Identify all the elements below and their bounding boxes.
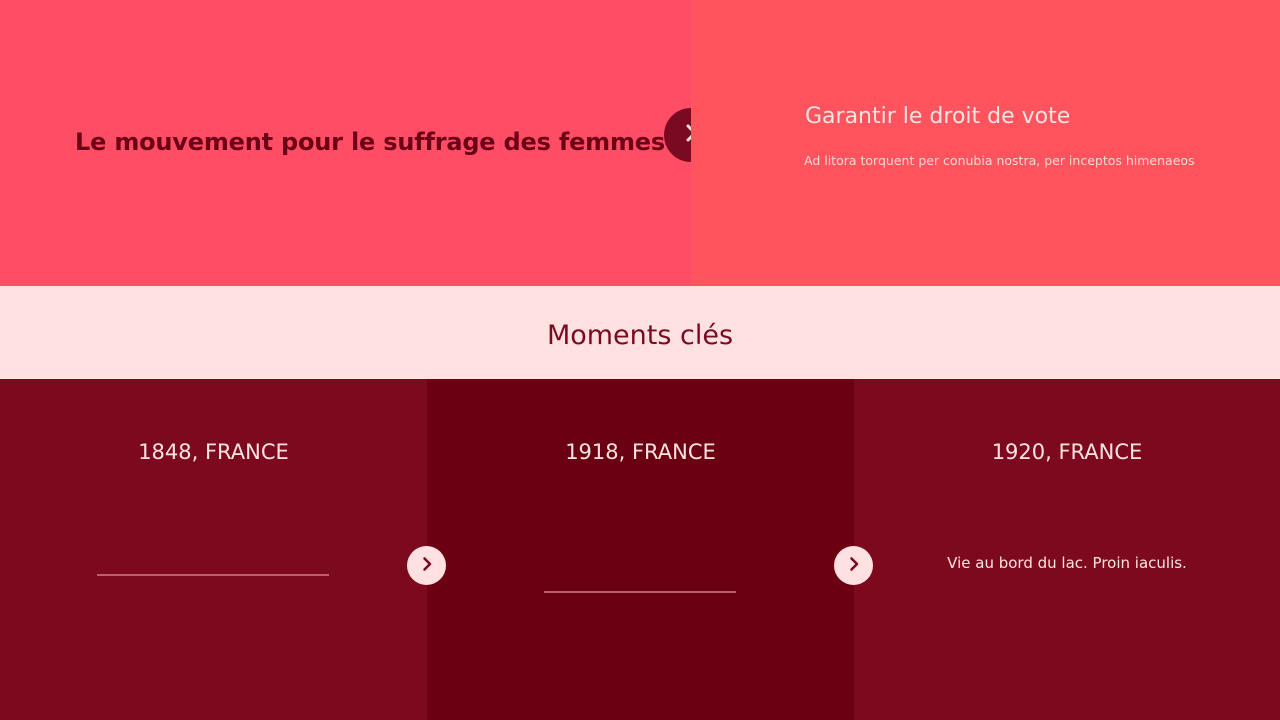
chevron-right-icon <box>846 556 862 576</box>
timeline-card-text-line <box>544 591 736 593</box>
timeline-next-button-2[interactable] <box>834 546 873 585</box>
hero-title: Le mouvement pour le suffrage des femmes <box>75 128 665 156</box>
hero-right-text: Ad litora torquent per conubia nostra, p… <box>804 153 1195 168</box>
hero-right-title: Garantir le droit de vote <box>805 104 1071 129</box>
timeline-next-button-1[interactable] <box>407 546 446 585</box>
moments-title: Moments clés <box>546 320 734 351</box>
hero-left-panel: Le mouvement pour le suffrage des femmes <box>0 0 691 286</box>
timeline-card-1848: 1848, FRANCE <box>0 379 427 720</box>
timeline-card-1920: 1920, FRANCE Vie au bord du lac. Proin i… <box>854 379 1280 720</box>
timeline-card-text-line <box>97 574 329 576</box>
timeline-card-title: 1918, FRANCE <box>565 440 716 464</box>
timeline-card-text: Vie au bord du lac. Proin iaculis. <box>947 554 1187 572</box>
timeline-card-1918: 1918, FRANCE <box>427 379 854 720</box>
timeline-card-title: 1920, FRANCE <box>991 440 1143 464</box>
hero-right-panel <box>691 0 1280 286</box>
chevron-right-icon <box>419 556 435 576</box>
hero-section: Le mouvement pour le suffrage des femmes… <box>0 0 1280 286</box>
timeline-card-title: 1848, FRANCE <box>138 440 289 464</box>
